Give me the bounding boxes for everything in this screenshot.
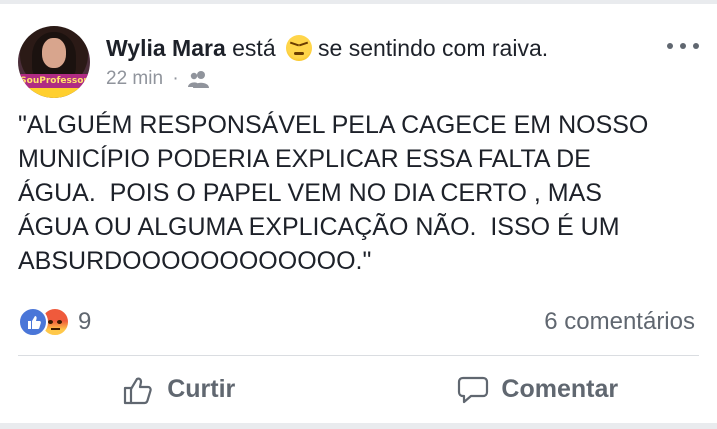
angry-face-icon: [286, 35, 313, 61]
comment-button[interactable]: Comentar: [359, 356, 717, 423]
comment-button-label: Comentar: [501, 375, 619, 403]
feeling-text[interactable]: se sentindo com raiva.: [318, 35, 548, 61]
avatar-face: [42, 38, 66, 68]
post-header: Wylia Mara está se sentindo com raiva.: [106, 33, 548, 63]
post-body: "ALGUÉM RESPONSÁVEL PELA CAGECE EM NOSSO…: [18, 111, 649, 275]
post-card: SouProfessor Wylia Mara está se sentindo…: [0, 4, 717, 423]
avatar-footer: [18, 88, 90, 98]
author-name[interactable]: Wylia Mara: [106, 35, 226, 61]
more-dot-icon: [680, 43, 686, 49]
feed-gap: [0, 423, 717, 429]
feeling-prefix: está: [232, 35, 276, 61]
post-timestamp[interactable]: 22 min: [106, 68, 163, 89]
avatar-banner: SouProfessor: [18, 74, 90, 88]
more-options-button[interactable]: [667, 34, 699, 58]
like-button[interactable]: Curtir: [0, 356, 359, 423]
like-button-label: Curtir: [167, 375, 236, 403]
post-meta: 22 min ·: [106, 67, 210, 91]
thumbs-up-icon: [124, 377, 152, 404]
more-dot-icon: [693, 43, 699, 49]
friends-icon[interactable]: [187, 70, 210, 88]
post-actions: Curtir Comentar: [0, 356, 717, 423]
comment-bubble-icon: [458, 376, 489, 403]
comments-count-link[interactable]: 6 comentários: [544, 307, 695, 337]
reaction-count: 9: [78, 308, 92, 335]
reactions-summary[interactable]: 9: [18, 307, 91, 337]
like-reaction-icon: [18, 307, 48, 337]
meta-separator: ·: [172, 68, 179, 89]
author-avatar[interactable]: SouProfessor: [18, 26, 90, 98]
more-dot-icon: [667, 43, 673, 49]
